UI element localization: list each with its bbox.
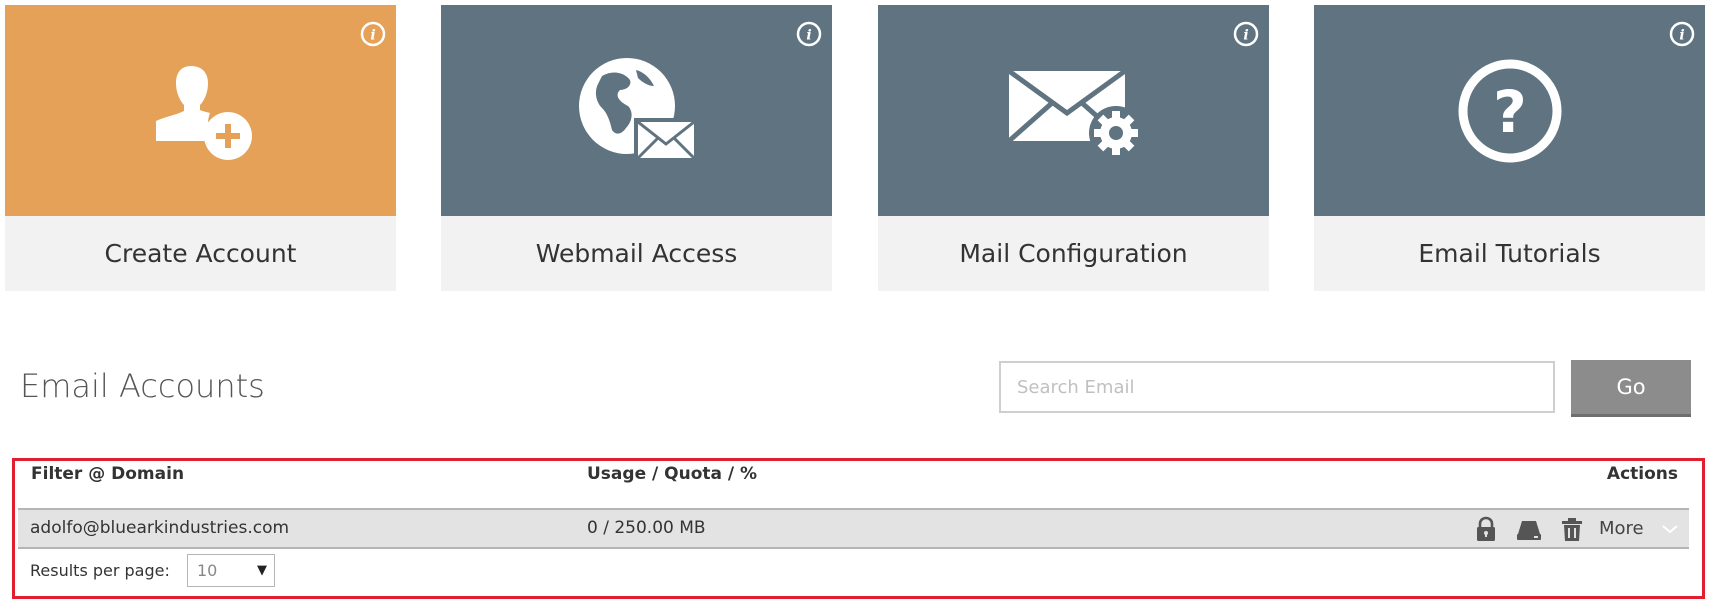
column-header-actions: Actions: [1606, 464, 1678, 484]
email-tutorials-tile[interactable]: i ? Email Tutorials: [1314, 5, 1705, 291]
lock-icon[interactable]: [1473, 516, 1499, 542]
drive-icon[interactable]: [1516, 516, 1542, 542]
add-user-icon: [155, 65, 252, 160]
create-account-tile-banner: i: [5, 5, 396, 216]
caret-down-icon: ▼: [257, 563, 267, 578]
svg-text:?: ?: [1493, 78, 1527, 146]
go-button[interactable]: Go: [1571, 360, 1691, 414]
mail-configuration-tile-banner: i: [878, 5, 1269, 216]
column-header-domain[interactable]: Filter @ Domain: [31, 464, 184, 484]
more-menu[interactable]: More: [1599, 510, 1679, 547]
email-tutorials-tile-banner: i ?: [1314, 5, 1705, 216]
tile-label: Create Account: [5, 216, 396, 291]
svg-text:i: i: [806, 28, 811, 44]
results-per-page-value: 10: [197, 561, 218, 580]
results-per-page-select[interactable]: 10 ▼: [187, 554, 275, 587]
svg-text:i: i: [370, 28, 375, 44]
table-row: adolfo@bluearkindustries.com 0 / 250.00 …: [18, 508, 1689, 549]
info-icon[interactable]: i: [796, 21, 822, 47]
tile-label: Email Tutorials: [1314, 216, 1705, 291]
svg-text:i: i: [1243, 28, 1248, 44]
svg-text:i: i: [1679, 28, 1684, 44]
page-title: Email Accounts: [20, 367, 265, 405]
question-icon: ?: [1458, 59, 1561, 162]
account-usage: 0 / 250.00 MB: [587, 518, 706, 538]
more-label: More: [1599, 518, 1644, 539]
info-icon[interactable]: i: [1669, 21, 1695, 47]
mail-gear-icon: [1006, 68, 1143, 160]
tile-label: Mail Configuration: [878, 216, 1269, 291]
webmail-access-tile[interactable]: i Webmail Access: [441, 5, 832, 291]
trash-icon[interactable]: [1559, 516, 1585, 542]
account-email[interactable]: adolfo@bluearkindustries.com: [30, 510, 289, 547]
results-per-page-label: Results per page:: [30, 561, 170, 580]
info-icon[interactable]: i: [360, 21, 386, 47]
column-header-usage[interactable]: Usage / Quota / %: [587, 464, 757, 484]
chevron-down-icon: [1662, 525, 1679, 534]
mail-configuration-tile[interactable]: i Mail Configuration: [878, 5, 1269, 291]
webmail-access-tile-banner: i: [441, 5, 832, 216]
tile-label: Webmail Access: [441, 216, 832, 291]
globe-mail-icon: [578, 57, 698, 162]
info-icon[interactable]: i: [1233, 21, 1259, 47]
create-account-tile[interactable]: i Create Account: [5, 5, 396, 291]
search-input[interactable]: [999, 361, 1555, 413]
